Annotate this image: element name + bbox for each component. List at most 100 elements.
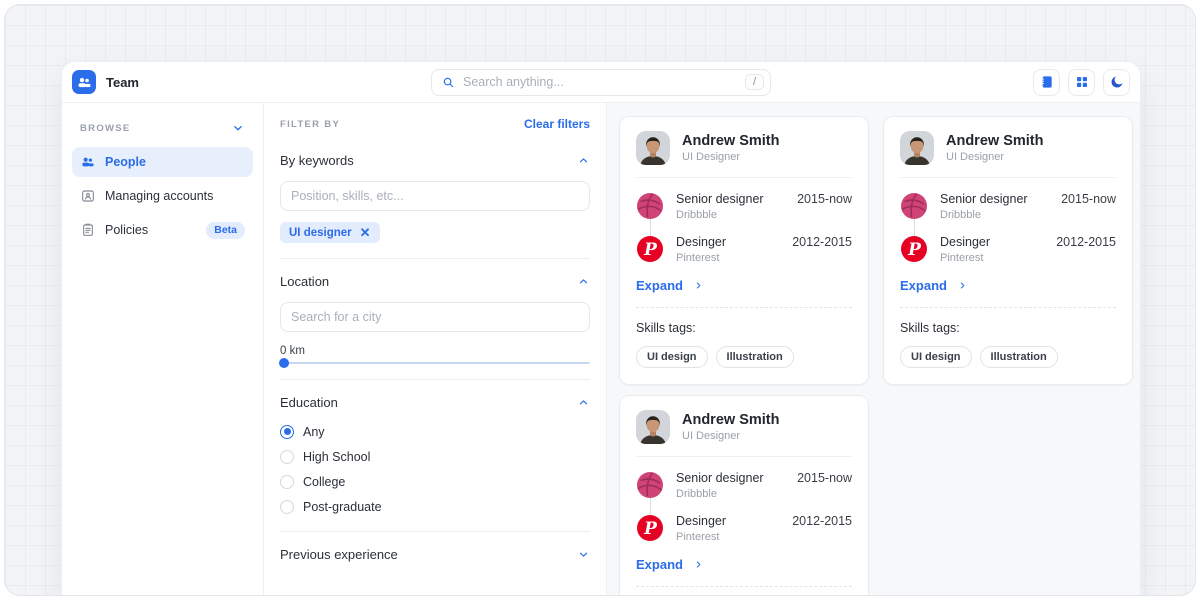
sidebar-item-label: People bbox=[105, 155, 146, 169]
radio-icon[interactable] bbox=[280, 450, 294, 464]
experience-timeline: Senior designer Dribbble 2015-now Desing… bbox=[900, 178, 1116, 264]
chevron-down-icon[interactable] bbox=[577, 548, 590, 561]
radio-icon[interactable] bbox=[280, 475, 294, 489]
avatar bbox=[900, 131, 934, 165]
city-search-input[interactable] bbox=[280, 302, 590, 332]
filter-divider bbox=[280, 531, 590, 532]
experience-title: Senior designer bbox=[940, 192, 1049, 206]
experience-item: Desinger Pinterest 2012-2015 bbox=[900, 235, 1116, 264]
keywords-section-header[interactable]: By keywords bbox=[280, 153, 590, 168]
chevron-up-icon[interactable] bbox=[577, 396, 590, 409]
clipboard-icon bbox=[80, 222, 96, 238]
avatar-photo bbox=[636, 131, 670, 165]
chevron-right-icon bbox=[957, 280, 968, 291]
expand-button[interactable]: Expand bbox=[636, 278, 852, 293]
skill-tag[interactable]: Illustration bbox=[980, 346, 1058, 368]
apps-grid-button[interactable] bbox=[1068, 69, 1095, 96]
avatar-photo bbox=[636, 410, 670, 444]
pinterest-icon bbox=[900, 235, 928, 263]
education-option-college[interactable]: College bbox=[280, 472, 590, 491]
expand-button[interactable]: Expand bbox=[636, 557, 852, 572]
moon-icon bbox=[1109, 74, 1125, 90]
close-icon[interactable]: ✕ bbox=[360, 226, 371, 239]
avatar bbox=[636, 410, 670, 444]
app-window: Team / B bbox=[61, 61, 1141, 596]
expand-button[interactable]: Expand bbox=[900, 278, 1116, 293]
card-divider bbox=[636, 586, 852, 587]
skill-tag[interactable]: UI design bbox=[636, 346, 708, 368]
chevron-down-icon[interactable] bbox=[231, 121, 245, 135]
experience-period: 2012-2015 bbox=[1056, 235, 1116, 249]
dribbble-icon bbox=[636, 192, 664, 220]
keywords-title: By keywords bbox=[280, 153, 354, 168]
person-card[interactable]: Andrew Smith UI Designer Senior designer… bbox=[883, 116, 1133, 385]
previous-experience-title: Previous experience bbox=[280, 547, 398, 562]
experience-timeline: Senior designer Dribbble 2015-now Desing… bbox=[636, 178, 852, 264]
account-badge-icon bbox=[80, 188, 96, 204]
grid-icon bbox=[1074, 74, 1090, 90]
experience-period: 2015-now bbox=[797, 192, 852, 206]
radio-selected-icon[interactable] bbox=[280, 425, 294, 439]
experience-title: Desinger bbox=[676, 235, 780, 249]
experience-period: 2012-2015 bbox=[792, 235, 852, 249]
people-icon bbox=[76, 74, 93, 91]
sidebar-item-policies[interactable]: Policies Beta bbox=[72, 215, 253, 245]
experience-item: Senior designer Dribbble 2015-now bbox=[636, 192, 852, 221]
app-logo[interactable] bbox=[72, 70, 96, 94]
sidebar-item-label: Managing accounts bbox=[105, 189, 213, 203]
skill-tag[interactable]: Illustration bbox=[716, 346, 794, 368]
sidebar-item-managing-accounts[interactable]: Managing accounts bbox=[72, 181, 253, 211]
person-card[interactable]: Andrew Smith UI Designer Senior designer… bbox=[619, 395, 869, 596]
card-divider bbox=[900, 307, 1116, 308]
beta-badge: Beta bbox=[206, 222, 245, 239]
experience-item: Senior designer Dribbble 2015-now bbox=[900, 192, 1116, 221]
browse-label: BROWSE bbox=[80, 123, 131, 134]
experience-org: Dribbble bbox=[940, 209, 1049, 221]
chevron-up-icon[interactable] bbox=[577, 275, 590, 288]
person-name: Andrew Smith bbox=[682, 412, 779, 428]
search-shortcut-key: / bbox=[745, 74, 764, 90]
experience-period: 2012-2015 bbox=[792, 514, 852, 528]
experience-item: Desinger Pinterest 2012-2015 bbox=[636, 514, 852, 543]
education-option-post-graduate[interactable]: Post-graduate bbox=[280, 497, 590, 516]
distance-slider[interactable] bbox=[280, 362, 590, 364]
experience-title: Senior designer bbox=[676, 192, 785, 206]
person-name: Andrew Smith bbox=[946, 133, 1043, 149]
previous-experience-section-header[interactable]: Previous experience bbox=[280, 547, 590, 562]
person-card[interactable]: Andrew Smith UI Designer Senior designer… bbox=[619, 116, 869, 385]
radio-icon[interactable] bbox=[280, 500, 294, 514]
sidebar-section-header[interactable]: BROWSE bbox=[72, 111, 253, 147]
people-icon bbox=[80, 154, 96, 170]
distance-value-label: 0 km bbox=[280, 345, 590, 357]
skill-tag[interactable]: UI design bbox=[900, 346, 972, 368]
chevron-up-icon[interactable] bbox=[577, 154, 590, 167]
experience-timeline: Senior designer Dribbble 2015-now Desing… bbox=[636, 457, 852, 543]
experience-org: Pinterest bbox=[676, 531, 780, 543]
dribbble-icon bbox=[900, 192, 928, 220]
education-option-high-school[interactable]: High School bbox=[280, 447, 590, 466]
skills-label: Skills tags: bbox=[900, 321, 1116, 335]
keyword-tag[interactable]: UI designer ✕ bbox=[280, 222, 380, 243]
filter-divider bbox=[280, 379, 590, 380]
clear-filters-link[interactable]: Clear filters bbox=[524, 117, 590, 131]
filter-panel: FILTER BY Clear filters By keywords UI d… bbox=[264, 103, 607, 596]
experience-period: 2015-now bbox=[797, 471, 852, 485]
education-section-header[interactable]: Education bbox=[280, 395, 590, 410]
keywords-input[interactable] bbox=[280, 181, 590, 211]
education-title: Education bbox=[280, 395, 338, 410]
experience-item: Senior designer Dribbble 2015-now bbox=[636, 471, 852, 500]
education-option-any[interactable]: Any bbox=[280, 422, 590, 441]
experience-org: Pinterest bbox=[676, 252, 780, 264]
slider-thumb[interactable] bbox=[279, 358, 289, 368]
bookmarks-button[interactable] bbox=[1033, 69, 1060, 96]
dribbble-icon bbox=[636, 471, 664, 499]
global-search[interactable]: / bbox=[431, 69, 771, 96]
dark-mode-button[interactable] bbox=[1103, 69, 1130, 96]
experience-org: Pinterest bbox=[940, 252, 1044, 264]
app-header: Team / bbox=[62, 62, 1140, 103]
sidebar-item-people[interactable]: People bbox=[72, 147, 253, 177]
experience-org: Dribbble bbox=[676, 209, 785, 221]
search-input[interactable] bbox=[463, 75, 738, 89]
sidebar: BROWSE People Managing accounts Policies… bbox=[62, 103, 264, 596]
location-section-header[interactable]: Location bbox=[280, 274, 590, 289]
